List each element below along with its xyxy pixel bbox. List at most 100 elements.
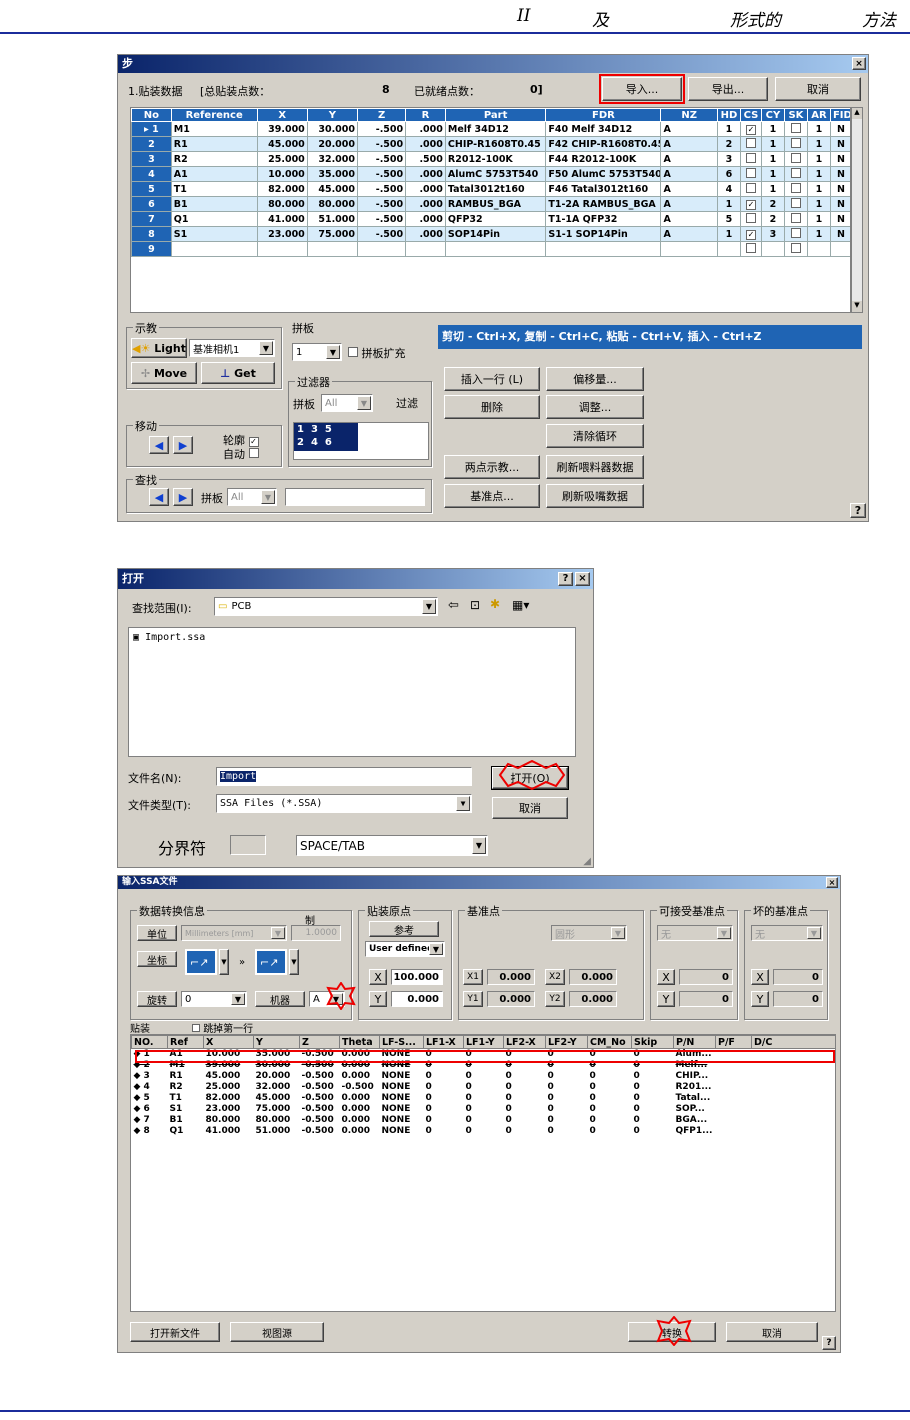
skip-first-checkbox[interactable] [192,1024,200,1032]
table-cell[interactable]: RAMBUS_BGA [444,196,547,212]
table-cell[interactable]: 80.000 [256,196,308,212]
adjust-button[interactable]: 调整... [546,395,644,419]
table-cell[interactable]: 6 [716,166,741,182]
checkbox[interactable] [790,197,801,208]
table-cell[interactable] [783,211,808,227]
column-header[interactable]: Reference [170,108,258,122]
table-cell[interactable] [739,166,762,182]
table-cell[interactable]: M1 [170,121,258,137]
separator-select[interactable]: SPACE/TAB ▼ [296,835,488,856]
checkbox[interactable] [790,137,801,148]
table-row[interactable]: 6 B1 80.000 80.000 -.500 .000 RAMBUS_BGA T1-2A … [131,196,850,212]
reference-button[interactable]: 参考 [369,921,439,937]
checkbox[interactable] [790,182,801,193]
bad-select[interactable]: 无 ▼ [751,925,823,941]
get-button[interactable]: ⊥ Get [201,362,275,384]
column-header[interactable]: NZ [660,108,718,122]
table-cell[interactable]: 20.000 [306,136,359,152]
table-cell[interactable]: 4 [716,181,741,197]
checkbox[interactable] [745,242,756,253]
table-cell[interactable]: .000 [405,121,446,137]
table-cell[interactable]: A [660,196,718,212]
table-cell[interactable]: CHIP-R1608T0.45 [444,136,547,152]
table-cell[interactable] [256,241,308,257]
table-cell[interactable] [829,241,850,257]
column-header[interactable]: CM_No [587,1035,632,1049]
find-next-icon[interactable]: ▶ [173,488,193,506]
table-cell[interactable] [783,121,808,137]
table-cell[interactable]: 7 [131,211,172,227]
filename-input[interactable]: Import [216,767,472,786]
table-cell[interactable]: F46 Tatal3012t160 [545,181,662,197]
table-cell[interactable]: 1 [806,151,831,167]
table-row[interactable]: ▸ 1 M1 39.000 30.000 -.500.000 Melf 34D12 F40 … [131,121,850,137]
table-cell[interactable] [444,241,547,257]
refresh-feeder-button[interactable]: 刷新喂料器数据 [546,455,644,479]
table-row[interactable]: 7 Q1 41.000 51.000 -.500 .000 QFP32 T1-1A QFP32… [131,211,850,227]
chevron-down-icon[interactable]: ▼ [422,599,436,614]
table-cell[interactable]: 1 [806,121,831,137]
table-cell[interactable]: 1 [760,151,785,167]
table-cell[interactable]: 45.000 [306,181,359,197]
table-cell[interactable]: ✓ [739,121,762,137]
column-header[interactable]: CY [760,108,785,122]
list-item[interactable]: ◆ 6 S1 23.000 75.000 -0.500 0.000 NONE 0 0 0 0 0 0 SO… [132,1104,836,1115]
table-cell[interactable]: S1-1 SOP14Pin [545,226,662,242]
filter-item[interactable]: 3 [311,424,318,435]
table-cell[interactable]: R2 [170,151,258,167]
offset-button[interactable]: 偏移量... [546,367,644,391]
table-cell[interactable]: 10.000 [256,166,308,182]
table-cell[interactable]: 1 [806,181,831,197]
table-cell[interactable] [739,151,762,167]
table-cell[interactable]: T1-2A RAMBUS_BGA [545,196,662,212]
dialog-cancel-button[interactable]: 取消 [492,797,568,819]
chevron-down-icon[interactable]: ▼ [717,927,731,939]
find-panel-select[interactable]: All ▼ [227,488,277,506]
move-button[interactable]: ✢ Move [131,362,197,384]
table-cell[interactable]: 75.000 [306,226,359,242]
column-header[interactable]: AR [806,108,831,122]
table-cell[interactable]: 80.000 [306,196,359,212]
column-header[interactable]: Skip [631,1035,674,1049]
checkbox[interactable] [790,152,801,163]
table-cell[interactable]: 35.000 [306,166,359,182]
table-cell[interactable]: N [829,151,850,167]
table-cell[interactable] [783,166,808,182]
machine-label[interactable]: 机器 [255,991,305,1007]
table-cell[interactable]: 51.000 [306,211,359,227]
resize-grip-icon[interactable]: ◢ [583,856,591,867]
table-cell[interactable]: .000 [405,211,446,227]
table-cell[interactable]: SOP14Pin [444,226,547,242]
filter-list[interactable]: 1 3 5 2 4 6 [293,422,429,460]
help-icon[interactable]: ? [558,572,573,586]
table-cell[interactable]: 1 [806,196,831,212]
table-row[interactable]: 9 [131,241,850,257]
table-cell[interactable]: F42 CHIP-R1608T0.45 [545,136,662,152]
chevron-down-icon[interactable]: ▼ [456,796,470,811]
table-cell[interactable]: 32.000 [306,151,359,167]
filter-item[interactable]: 6 [325,437,332,448]
table-cell[interactable] [405,241,446,257]
column-header[interactable]: NO. [131,1035,168,1049]
table-cell[interactable] [545,241,662,257]
table-cell[interactable]: -.500 [357,181,407,197]
chevron-down-icon[interactable]: ▼ [231,993,245,1005]
table-cell[interactable]: 5 [716,211,741,227]
checkbox[interactable]: ✓ [745,229,756,240]
rotation-label[interactable]: 旋转 [137,991,177,1007]
column-header[interactable]: CS [739,108,762,122]
checkbox[interactable] [790,212,801,223]
accept-select[interactable]: 无 ▼ [657,925,733,941]
factor-value[interactable]: 1.0000 [291,925,341,941]
table-cell[interactable]: 82.000 [256,181,308,197]
checkbox[interactable]: ✓ [745,199,756,210]
filter-list-selection[interactable]: 1 3 5 2 4 6 [294,423,358,451]
table-cell[interactable]: 9 [131,241,172,257]
table-cell[interactable]: -.500 [357,226,407,242]
table-cell[interactable]: 2 [716,136,741,152]
table-cell[interactable]: 5 [131,181,172,197]
close-icon[interactable]: × [826,877,838,888]
scroll-down-icon[interactable]: ▼ [852,301,862,312]
table-cell[interactable]: -.500 [357,151,407,167]
table-cell[interactable]: F40 Melf 34D12 [545,121,662,137]
